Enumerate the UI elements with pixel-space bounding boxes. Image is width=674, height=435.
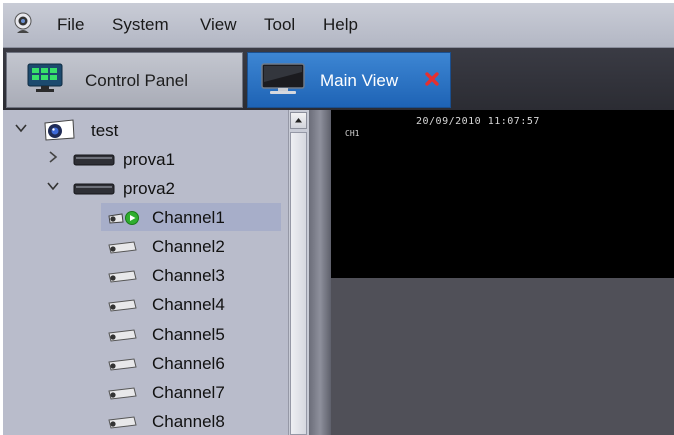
tree-device-label: prova2 <box>123 179 175 198</box>
tab-control-panel-label: Control Panel <box>85 71 189 90</box>
device-tree: test prova1 prova2 Channel1 Channel2 Cha… <box>3 110 309 435</box>
tree-node-root[interactable]: test <box>3 116 281 144</box>
close-icon[interactable] <box>423 70 441 88</box>
bullet-camera-icon <box>108 416 137 429</box>
tab-control-panel[interactable]: Control Panel <box>6 52 243 108</box>
tree-channel-6[interactable]: Channel6 <box>101 349 281 377</box>
tree-scrollbar[interactable] <box>288 110 309 435</box>
menu-bar: File System View Tool Help <box>3 3 674 48</box>
tree-channel-label: Channel4 <box>152 295 225 314</box>
panel-splitter[interactable] <box>309 110 331 435</box>
tree-channel-label: Channel6 <box>152 354 225 373</box>
tree-device-label: prova1 <box>123 150 175 169</box>
monitor-icon <box>261 63 305 94</box>
chevron-down-icon[interactable] <box>15 122 27 134</box>
tree-node-device[interactable]: prova1 <box>3 145 281 173</box>
camera-icon <box>44 119 75 141</box>
menu-file[interactable]: File <box>57 15 84 35</box>
tree-channel-1[interactable]: Channel1 <box>101 203 281 231</box>
bullet-camera-icon <box>108 299 137 312</box>
tree-channel-5[interactable]: Channel5 <box>101 320 281 348</box>
tab-main-view-label: Main View <box>320 71 399 90</box>
tree-root-label: test <box>91 121 119 140</box>
tree-channel-label: Channel3 <box>152 266 225 285</box>
camera-play-icon <box>108 211 139 225</box>
chevron-down-icon[interactable] <box>47 180 59 192</box>
tree-channel-label: Channel7 <box>152 383 225 402</box>
video-area: 20/09/2010 11:07:57 CH1 <box>331 110 674 435</box>
tree-channel-label: Channel5 <box>152 325 225 344</box>
dvr-icon <box>73 183 115 195</box>
video-window-ch1[interactable]: 20/09/2010 11:07:57 CH1 <box>331 110 674 278</box>
tree-channel-label: Channel8 <box>152 412 225 431</box>
bullet-camera-icon <box>108 329 137 342</box>
scroll-thumb[interactable] <box>290 132 307 435</box>
menu-system[interactable]: System <box>112 15 169 35</box>
scroll-up-button[interactable] <box>290 112 307 129</box>
tree-channel-label: Channel2 <box>152 237 225 256</box>
osd-timestamp: 20/09/2010 11:07:57 <box>416 116 540 127</box>
monitor-grid-icon <box>27 63 63 92</box>
arrow-up-icon <box>295 118 302 123</box>
chevron-right-icon[interactable] <box>47 151 59 163</box>
tree-channel-7[interactable]: Channel7 <box>101 378 281 406</box>
tree-channel-3[interactable]: Channel3 <box>101 261 281 289</box>
bullet-camera-icon <box>108 387 137 400</box>
bullet-camera-icon <box>108 241 137 254</box>
tab-main-view[interactable]: Main View <box>247 52 451 108</box>
dvr-icon <box>73 154 115 166</box>
tree-channel-4[interactable]: Channel4 <box>101 290 281 318</box>
tree-channel-2[interactable]: Channel2 <box>101 232 281 260</box>
tab-bar: Control Panel Main View <box>3 48 674 110</box>
menu-view[interactable]: View <box>200 15 237 35</box>
osd-channel-label: CH1 <box>345 129 360 138</box>
tree-node-device[interactable]: prova2 <box>3 174 281 202</box>
app-window: File System View Tool Help Control Panel <box>3 3 674 435</box>
tree-channel-8[interactable]: Channel8 <box>101 407 281 435</box>
tree-channel-label: Channel1 <box>152 208 225 227</box>
bullet-camera-icon <box>108 270 137 283</box>
webcam-icon <box>14 12 32 33</box>
menu-tool[interactable]: Tool <box>264 15 295 35</box>
menu-help[interactable]: Help <box>323 15 358 35</box>
bullet-camera-icon <box>108 358 137 371</box>
